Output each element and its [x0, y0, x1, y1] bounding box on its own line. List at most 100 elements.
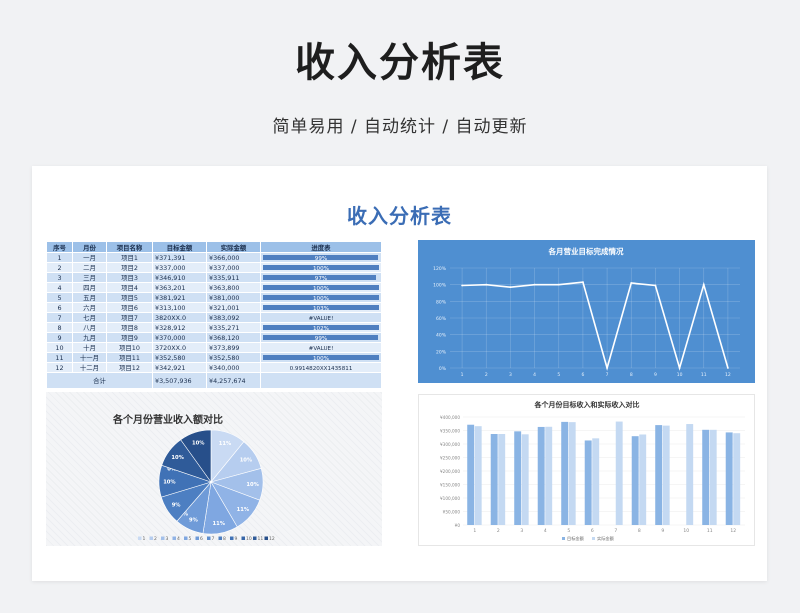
cell-project: 项目5: [106, 292, 153, 303]
legend-label: 11: [258, 536, 264, 542]
table-row: 3 三月 项目3 ¥346,910 ¥335,911 97%: [46, 272, 382, 283]
y-tick-label: ¥150,000: [440, 482, 460, 487]
x-tick-label: 5: [567, 528, 570, 534]
cell-target: ¥370,000: [152, 332, 207, 343]
cell-month: 九月: [72, 332, 107, 343]
cell-project: 项目8: [106, 322, 153, 333]
x-tick-label: 1: [461, 372, 464, 378]
progress-label: 100%: [313, 266, 329, 272]
cell-no: 12: [46, 362, 73, 373]
y-tick-label: 40%: [436, 333, 447, 339]
data-point: [557, 283, 560, 286]
legend-swatch: [264, 536, 268, 540]
bar-target: [725, 432, 733, 525]
table-row: 10 十月 项目10 3720XX.0 ¥373,899 #VALUE!: [46, 342, 382, 353]
cell-month: 二月: [72, 262, 107, 273]
cell-progress: 99%: [260, 252, 382, 263]
x-tick-label: 2: [497, 528, 500, 534]
progress-bar: 100%: [263, 294, 379, 302]
table-row: 6 六月 项目6 ¥313,100 ¥321,001 103%: [46, 302, 382, 313]
line-chart-title: 各月营业目标完成情况: [548, 246, 624, 256]
progress-label: 102%: [313, 326, 329, 332]
progress-bar: 99%: [263, 334, 379, 342]
cell-target: ¥342,921: [152, 362, 207, 373]
cell-no: 6: [46, 302, 73, 313]
progress-bar: 100%: [263, 354, 379, 362]
cell-month: 五月: [72, 292, 107, 303]
table-row: 8 八月 项目8 ¥328,912 ¥335,271 102%: [46, 322, 382, 333]
table-header-row: 序号 月份 项目名称 目标金额 实际金额 进度表: [46, 241, 382, 253]
cell-month: 四月: [72, 282, 107, 293]
slice-label: 9%: [172, 503, 182, 509]
legend-swatch: [218, 536, 222, 540]
table-row: 9 九月 项目9 ¥370,000 ¥368,120 99%: [46, 332, 382, 343]
y-tick-label: ¥400,000: [440, 415, 460, 420]
legend-swatch: [207, 536, 211, 540]
progress-bar: 99%: [263, 254, 379, 262]
progress-bar: 97%: [263, 274, 379, 282]
progress-bar: 100%: [263, 284, 379, 292]
cell-progress: 100%: [260, 262, 382, 273]
y-tick-label: 80%: [436, 299, 447, 305]
bar-target: [584, 440, 592, 525]
cell-month: 七月: [72, 312, 107, 323]
pie-chart-title: 各个月份营业收入额对比: [112, 413, 223, 426]
data-point: [509, 286, 512, 289]
cell-project: 项目4: [106, 282, 153, 293]
cell-month: 十月: [72, 342, 107, 353]
cell-no: 11: [46, 352, 73, 363]
table-row: 4 四月 项目4 ¥363,201 ¥363,800 100%: [46, 282, 382, 293]
legend-swatch: [253, 536, 257, 540]
x-tick-label: 10: [683, 528, 689, 534]
cell-progress: 102%: [260, 322, 382, 333]
income-pie-chart: 各个月份营业收入额对比 11% 10% 10% 11% 11% 9% 0% 9% 10% 0% 10%…: [46, 392, 382, 546]
x-tick-label: 8: [638, 528, 641, 534]
cell-progress: #VALUE!: [260, 312, 382, 323]
legend-swatch: [195, 536, 199, 540]
cell-no: 5: [46, 292, 73, 303]
bar-actual: [733, 433, 741, 525]
cell-target: ¥346,910: [152, 272, 207, 283]
x-tick-label: 5: [557, 372, 560, 378]
legend-label: 6: [200, 536, 203, 542]
bar-target: [537, 426, 545, 525]
legend-label: 目标金额: [567, 535, 585, 542]
cell-target: ¥381,921: [152, 292, 207, 303]
bar-actual: [686, 424, 694, 525]
legend-swatch: [562, 537, 565, 540]
total-label: 合计: [46, 372, 153, 389]
cell-no: 8: [46, 322, 73, 333]
cell-progress: 100%: [260, 352, 382, 363]
slice-label: 11%: [219, 441, 232, 447]
x-tick-label: 9: [654, 372, 657, 378]
x-tick-label: 3: [520, 528, 523, 534]
progress-bar: 100%: [263, 264, 379, 272]
cell-target: ¥371,391: [152, 252, 207, 263]
progress-label: 100%: [313, 356, 329, 362]
legend-label: 实际金额: [597, 535, 615, 542]
cell-project: 项目12: [106, 362, 153, 373]
cell-target: ¥352,580: [152, 352, 207, 363]
cell-actual: ¥368,120: [206, 332, 261, 343]
y-tick-label: ¥50,000: [443, 509, 461, 514]
cell-progress: 0.9914820XX1435811: [260, 362, 382, 373]
bar-actual: [545, 426, 553, 525]
header-target: 目标金额: [152, 241, 207, 253]
bar-target: [631, 436, 639, 525]
cell-month: 一月: [72, 252, 107, 263]
x-tick-label: 7: [606, 372, 609, 378]
bar-actual: [592, 438, 600, 525]
slice-label: 10%: [246, 482, 259, 488]
progress-bar: 103%: [263, 304, 379, 312]
slice-label: 10%: [192, 440, 205, 446]
legend-label: 5: [189, 536, 192, 542]
cell-no: 7: [46, 312, 73, 323]
cell-month: 十一月: [72, 352, 107, 363]
progress-bar: 102%: [263, 324, 379, 332]
total-progress: [260, 372, 382, 389]
cell-actual: ¥335,911: [206, 272, 261, 283]
bar-actual: [521, 434, 529, 525]
spreadsheet-preview: 收入分析表 序号 月份 项目名称 目标金额 实际金额 进度表 1 一月 项目1 ¥37…: [32, 166, 767, 581]
x-tick-label: 9: [661, 528, 664, 534]
legend-swatch: [161, 536, 165, 540]
